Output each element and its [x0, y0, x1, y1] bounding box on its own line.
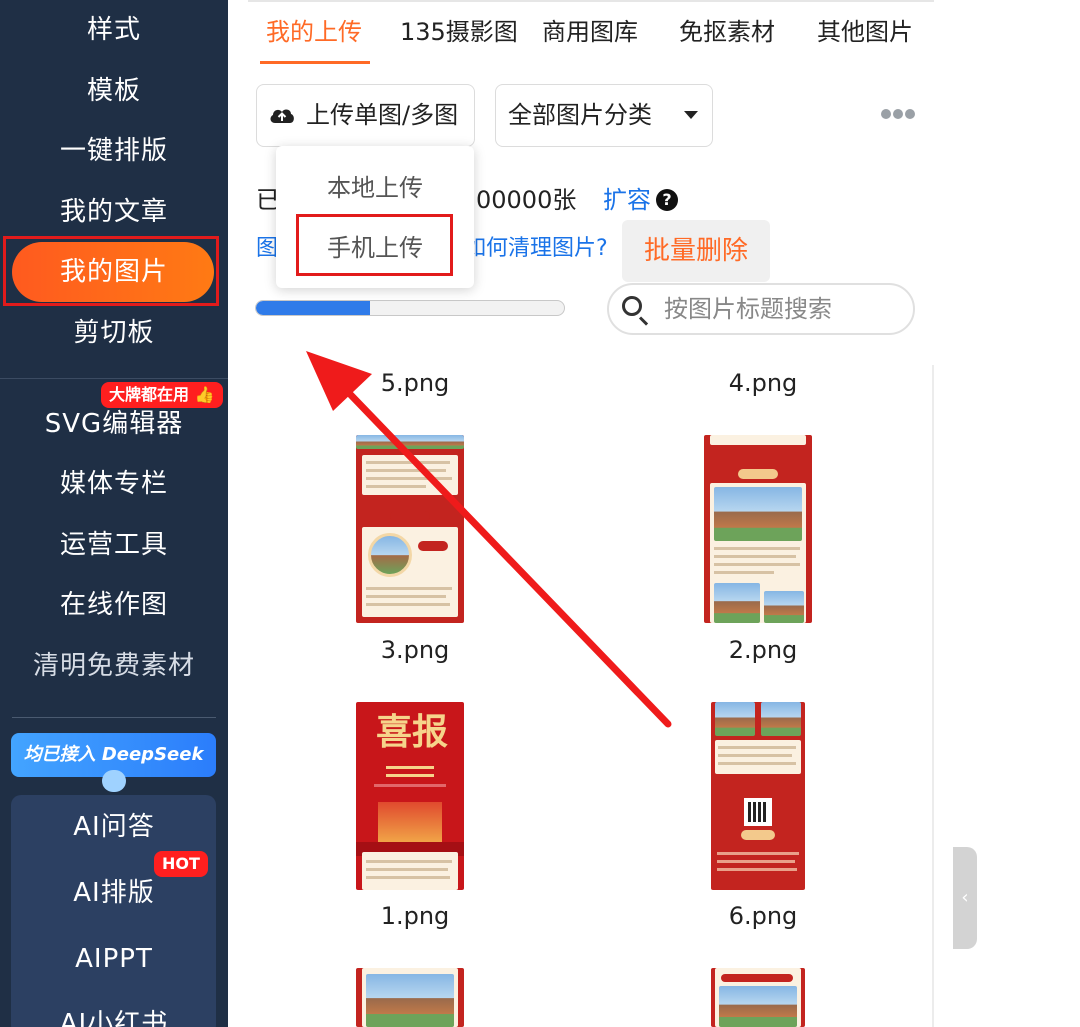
chevron-down-icon	[684, 111, 698, 119]
thumbs-up-icon: 👍	[194, 385, 215, 404]
gallery-scroll-divider	[932, 365, 934, 1027]
sidebar-divider	[0, 378, 228, 379]
tab-other-images[interactable]: 其他图片	[817, 14, 913, 50]
image-link-prefix[interactable]: 图	[256, 233, 278, 265]
sidebar-item-operation-tools[interactable]: 运营工具	[0, 525, 228, 565]
sidebar: 样式 模板 一键排版 我的文章 我的图片 剪切板 大牌都在用 👍 SVG编辑器 …	[0, 0, 228, 1027]
app-root: 样式 模板 一键排版 我的文章 我的图片 剪切板 大牌都在用 👍 SVG编辑器 …	[0, 0, 1080, 1027]
sidebar-item-one-click-layout[interactable]: 一键排版	[0, 131, 228, 171]
sidebar-item-qingming-assets[interactable]: 清明免费素材	[0, 646, 228, 686]
gallery-item-name: 5.png	[380, 369, 450, 397]
sidebar-item-svg-editor[interactable]: SVG编辑器	[0, 404, 228, 444]
expand-link[interactable]: 扩容	[603, 184, 651, 216]
top-divider	[248, 0, 934, 2]
gallery-item-name: 6.png	[728, 902, 798, 930]
tab-my-uploads[interactable]: 我的上传	[266, 14, 362, 50]
chevron-left-icon: ‹	[961, 887, 969, 908]
deepseek-whale-icon	[102, 770, 126, 792]
tab-commercial-library[interactable]: 商用图库	[542, 14, 638, 50]
sidebar-item-my-articles[interactable]: 我的文章	[0, 192, 228, 232]
gallery-thumbnail-next-2[interactable]	[711, 968, 805, 1027]
tab-active-underline	[260, 61, 370, 64]
gallery-item-name: 2.png	[728, 636, 798, 664]
upload-button-label: 上传单图/多图	[306, 101, 459, 129]
collapse-panel-handle[interactable]: ‹	[953, 847, 977, 949]
storage-progress-fill	[256, 301, 370, 315]
gallery-thumbnail-2[interactable]	[704, 435, 812, 623]
sidebar-item-ai-layout[interactable]: AI排版	[0, 873, 228, 913]
sidebar-item-ai-ppt[interactable]: AIPPT	[0, 939, 228, 979]
help-icon[interactable]: ?	[656, 189, 678, 211]
gallery-thumbnail-3[interactable]	[356, 435, 464, 623]
category-select-value: 全部图片分类	[508, 101, 652, 129]
tab-135-photos[interactable]: 135摄影图	[400, 14, 518, 50]
gallery-item-name: 1.png	[380, 902, 450, 930]
usage-quota: 00000张	[476, 186, 577, 214]
sidebar-item-templates[interactable]: 模板	[0, 71, 228, 111]
menu-item-local-upload[interactable]: 本地上传	[276, 170, 474, 206]
storage-progress-bar	[255, 300, 565, 316]
bulk-delete-label: 批量删除	[643, 236, 748, 266]
gallery-item-name: 3.png	[380, 636, 450, 664]
search-input[interactable]	[664, 292, 904, 326]
sidebar-item-online-design[interactable]: 在线作图	[0, 585, 228, 625]
more-dots-icon[interactable]	[881, 104, 917, 123]
gallery-thumbnail-1[interactable]: 喜报	[356, 702, 464, 890]
gallery-thumbnail-6[interactable]	[711, 702, 805, 890]
search-icon	[622, 296, 642, 316]
clean-images-link[interactable]: 如何清理图片?	[464, 233, 608, 265]
gallery-thumbnail-next-1[interactable]	[356, 968, 464, 1027]
highlight-box-phone-upload	[296, 214, 453, 276]
sidebar-item-clipboard[interactable]: 剪切板	[0, 313, 228, 353]
sidebar-divider-short	[12, 717, 216, 718]
sidebar-item-ai-qa[interactable]: AI问答	[0, 807, 228, 847]
thumbnail-headline: 喜报	[376, 711, 449, 753]
svg-editor-badge-label: 大牌都在用	[109, 385, 190, 404]
gallery-item-name: 4.png	[728, 369, 798, 397]
cloud-upload-icon	[270, 109, 294, 123]
sidebar-item-media-column[interactable]: 媒体专栏	[0, 464, 228, 504]
sidebar-item-styles[interactable]: 样式	[0, 10, 228, 50]
sidebar-item-my-images[interactable]: 我的图片	[0, 252, 228, 292]
tab-cutout-assets[interactable]: 免抠素材	[679, 14, 775, 50]
sidebar-item-ai-xiaohongshu[interactable]: AI小红书	[0, 1004, 228, 1027]
